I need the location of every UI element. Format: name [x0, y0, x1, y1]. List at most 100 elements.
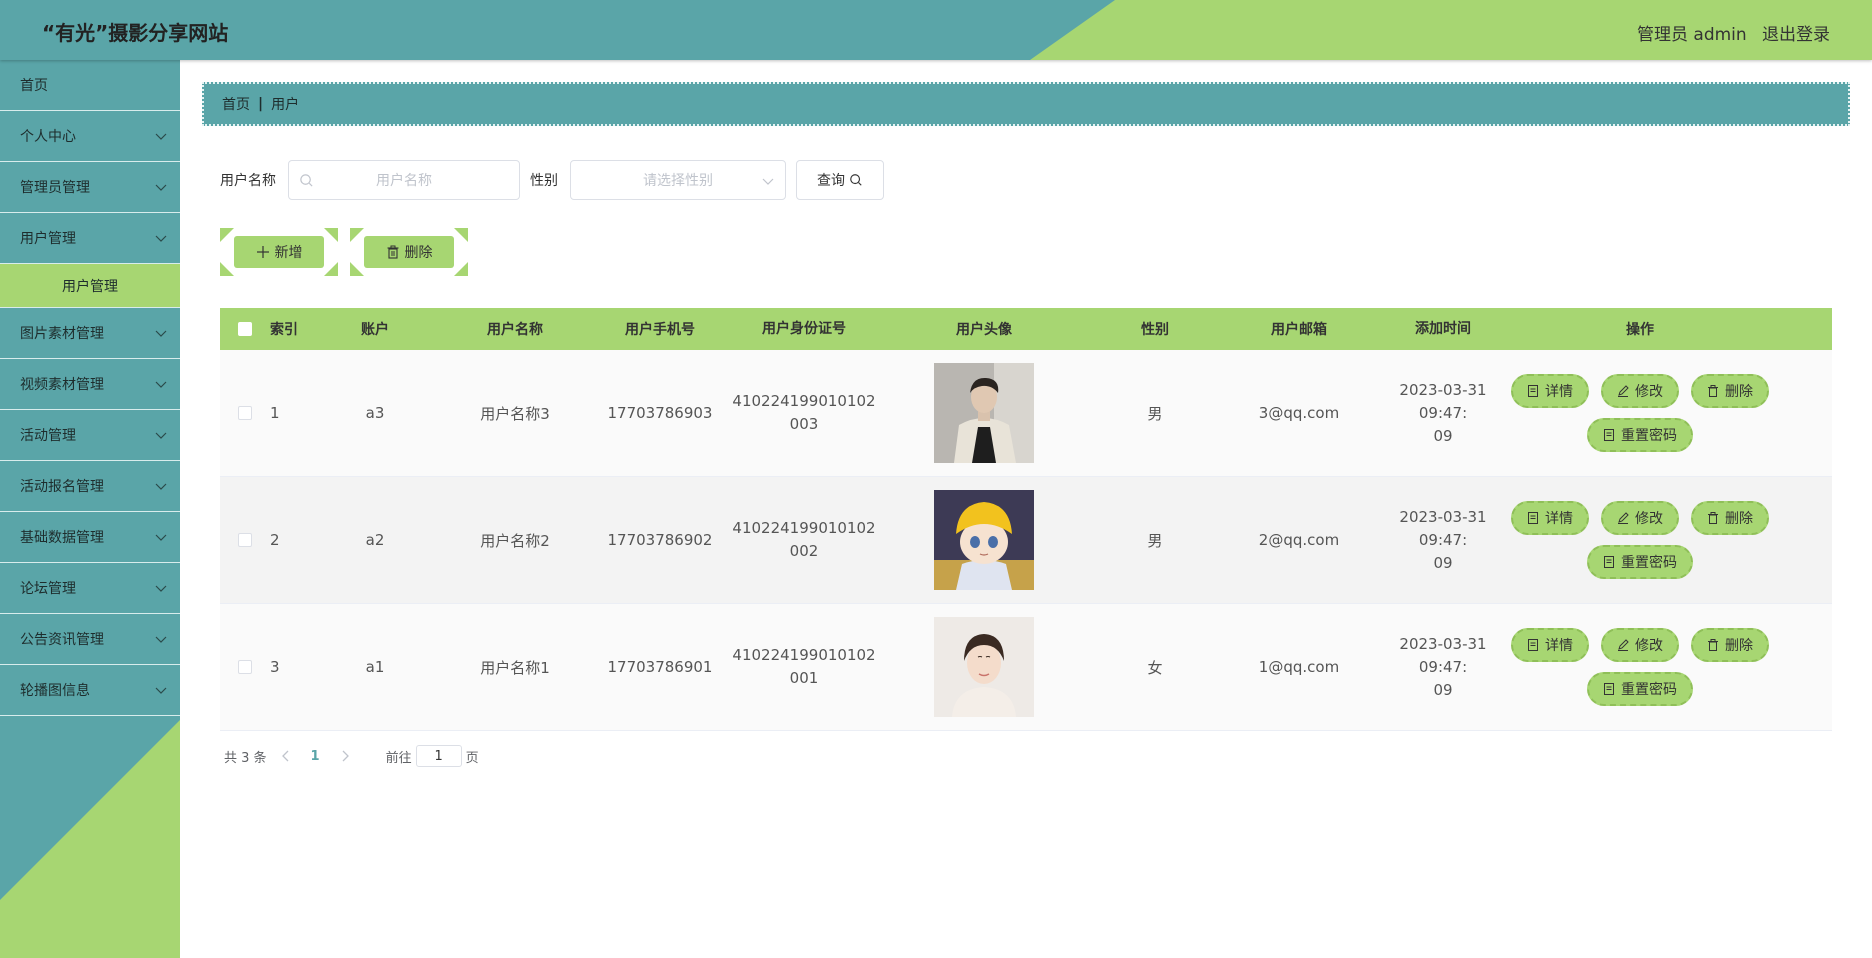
- sidebar-item-base-data[interactable]: 基础数据管理: [0, 512, 180, 563]
- cell-time-line: 09: [1433, 426, 1453, 445]
- sidebar-item-activity-management[interactable]: 活动管理: [0, 410, 180, 461]
- table-row: 3 a1 用户名称1 17703786901 410224199010102 00…: [220, 604, 1832, 731]
- header-email: 用户邮箱: [1271, 322, 1327, 338]
- chevron-left-icon[interactable]: [279, 749, 293, 763]
- sidebar-item-video-materials[interactable]: 视频素材管理: [0, 359, 180, 410]
- chevron-right-icon[interactable]: [338, 749, 352, 763]
- batch-delete-button[interactable]: 删除: [364, 236, 454, 268]
- header-name: 用户名称: [487, 322, 543, 338]
- detail-button[interactable]: 详情: [1511, 628, 1589, 662]
- edit-button[interactable]: 修改: [1601, 501, 1679, 535]
- edit-button[interactable]: 修改: [1601, 374, 1679, 408]
- breadcrumb: 首页 | 用户: [202, 82, 1850, 126]
- sidebar-item-personal-center[interactable]: 个人中心: [0, 111, 180, 162]
- select-all-checkbox[interactable]: [238, 322, 252, 336]
- detail-button[interactable]: 详情: [1511, 374, 1589, 408]
- logout-link[interactable]: 退出登录: [1762, 20, 1830, 45]
- detail-button[interactable]: 详情: [1511, 501, 1589, 535]
- username-placeholder: 用户名称: [376, 173, 432, 189]
- header-time: 添加时间: [1415, 320, 1471, 337]
- add-button[interactable]: 新增: [234, 236, 324, 268]
- sidebar-item-label: 基础数据管理: [20, 530, 104, 546]
- query-button[interactable]: 查询: [796, 160, 884, 200]
- admin-user-label: 管理员 admin: [1637, 25, 1747, 45]
- pagination-goto-input[interactable]: 1: [415, 745, 462, 767]
- reset-password-button[interactable]: 重置密码: [1587, 418, 1693, 452]
- username-label: 用户名称: [220, 173, 276, 189]
- cell-id-number: 410224199010102 002: [730, 477, 878, 603]
- header-select-all: [220, 308, 270, 350]
- delete-button[interactable]: 删除: [1691, 628, 1769, 662]
- cell-sex: 男: [1147, 404, 1163, 423]
- cell-index: 3: [270, 658, 280, 676]
- row-select-cell: [220, 604, 270, 730]
- sidebar-item-activity-signup[interactable]: 活动报名管理: [0, 461, 180, 512]
- header-green-decoration: [1030, 0, 1872, 60]
- ops-row: 详情 修改 删除: [1508, 628, 1772, 662]
- ops-row: 详情 修改 删除: [1508, 374, 1772, 408]
- portrait-man-image: [934, 363, 1034, 463]
- trash-icon: [387, 245, 398, 259]
- cell-index: 1: [270, 404, 280, 422]
- avatar-image-cartoon[interactable]: [934, 490, 1034, 590]
- delete-button[interactable]: 删除: [1691, 374, 1769, 408]
- chevron-down-icon: [155, 381, 167, 388]
- delete-button[interactable]: 删除: [1691, 501, 1769, 535]
- pagination-current-page[interactable]: 1: [311, 749, 320, 764]
- breadcrumb-home[interactable]: 首页: [222, 94, 250, 114]
- sidebar-item-home[interactable]: 首页: [0, 60, 180, 111]
- cell-time-line: 09: [1433, 553, 1453, 572]
- edit-button[interactable]: 修改: [1601, 628, 1679, 662]
- document-icon: [1604, 556, 1614, 568]
- row-checkbox[interactable]: [238, 406, 252, 420]
- row-checkbox[interactable]: [238, 660, 252, 674]
- sidebar: 首页 个人中心 管理员管理 用户管理 用户管理 图片素材管理 视频素材管理 活动…: [0, 60, 180, 958]
- sidebar-item-forum[interactable]: 论坛管理: [0, 563, 180, 614]
- document-icon: [1604, 683, 1614, 695]
- cell-ops: 详情 修改 删除 重置密码: [1508, 604, 1772, 730]
- username-search-input[interactable]: 用户名称: [288, 160, 520, 200]
- chevron-down-icon: [155, 432, 167, 439]
- row-checkbox[interactable]: [238, 533, 252, 547]
- edit-icon: [1618, 385, 1629, 397]
- chevron-up-icon: [155, 235, 167, 242]
- plus-icon: [256, 246, 269, 258]
- reset-password-label: 重置密码: [1621, 555, 1677, 571]
- sex-label: 性别: [530, 173, 558, 189]
- breadcrumb-separator: |: [258, 96, 264, 112]
- cell-id-line: 410224199010102: [732, 519, 876, 537]
- cell-ops: 详情 修改 删除 重置密码: [1508, 477, 1772, 603]
- header-index: 索引: [270, 322, 298, 338]
- cell-time: 2023-03-31 09:47: 09: [1378, 477, 1508, 603]
- trash-icon: [1708, 385, 1718, 397]
- avatar-image-woman[interactable]: [934, 617, 1034, 717]
- sidebar-item-carousel[interactable]: 轮播图信息: [0, 665, 180, 716]
- document-icon: [1528, 385, 1538, 397]
- corner-decoration: [350, 228, 364, 242]
- reset-password-button[interactable]: 重置密码: [1587, 672, 1693, 706]
- sidebar-item-image-materials[interactable]: 图片素材管理: [0, 308, 180, 359]
- sidebar-item-announcements[interactable]: 公告资讯管理: [0, 614, 180, 665]
- corner-decoration: [324, 228, 338, 242]
- chevron-down-icon: [155, 585, 167, 592]
- site-title: “有光”摄影分享网站: [42, 21, 229, 45]
- reset-password-button[interactable]: 重置密码: [1587, 545, 1693, 579]
- cell-name: 用户名称3: [480, 404, 550, 423]
- edit-icon: [1618, 512, 1629, 524]
- sidebar-item-user-management[interactable]: 用户管理: [0, 213, 180, 264]
- user-table: 索引 账户 用户名称 用户手机号 用户身份证号 用户头像 性别 用户邮箱 添加时…: [220, 308, 1832, 731]
- cell-time-line: 2023-03-31 09:47:: [1399, 380, 1487, 422]
- pagination-page-suffix: 页: [465, 750, 479, 766]
- sex-placeholder: 请选择性别: [643, 173, 713, 189]
- avatar-image-man[interactable]: [934, 363, 1034, 463]
- sidebar-subitem-user-management[interactable]: 用户管理: [0, 264, 180, 308]
- cell-account: a3: [365, 404, 385, 422]
- sidebar-item-label: 管理员管理: [20, 180, 90, 196]
- chevron-down-icon: [155, 483, 167, 490]
- sidebar-item-label: 活动管理: [20, 428, 76, 444]
- sidebar-item-label: 公告资讯管理: [20, 632, 104, 648]
- header-ops: 操作: [1626, 322, 1654, 338]
- sidebar-item-admin-management[interactable]: 管理员管理: [0, 162, 180, 213]
- sex-select[interactable]: 请选择性别: [570, 160, 786, 200]
- pagination-goto-label: 前往: [385, 750, 412, 766]
